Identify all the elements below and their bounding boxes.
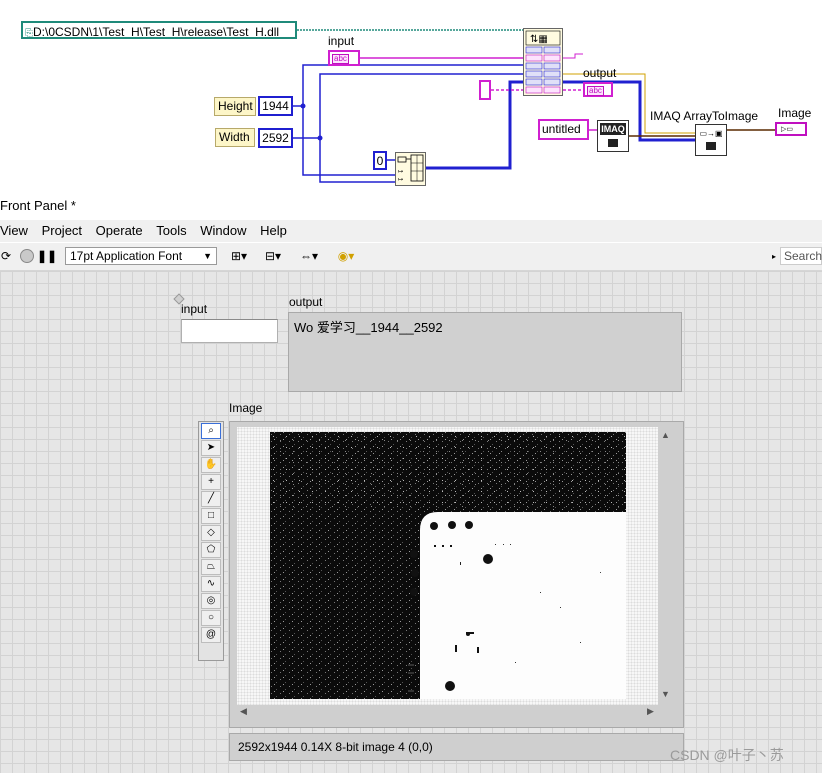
image-info-text: 2592x1944 0.14X 8-bit image 4 (0,0) bbox=[238, 740, 433, 754]
call-library-icon: ⇅▦ bbox=[525, 30, 561, 94]
spiral-icon[interactable]: @ bbox=[201, 627, 221, 643]
image-terminal[interactable]: ▷▭ bbox=[775, 122, 807, 136]
resize-objects-button[interactable]: ⇔▾ bbox=[296, 247, 322, 265]
svg-text:⇅▦: ⇅▦ bbox=[530, 34, 548, 45]
height-constant[interactable]: 1944 bbox=[258, 96, 293, 116]
oval-icon[interactable]: ○ bbox=[201, 610, 221, 626]
font-dropdown-value: 17pt Application Font bbox=[70, 249, 183, 263]
reorder-icon: ◉▾ bbox=[337, 249, 355, 263]
font-dropdown[interactable]: 17pt Application Font ▼ bbox=[65, 247, 217, 265]
input-control-label: input bbox=[181, 302, 208, 316]
rectangle-icon[interactable]: □ bbox=[201, 508, 221, 524]
output-string-indicator: Wo 爱学习__1944__2592 bbox=[288, 312, 682, 392]
stop-icon bbox=[20, 249, 34, 263]
input-terminal[interactable]: abc bbox=[328, 50, 360, 66]
image-tools-palette: ⌕ ➤ ✋ + ╱ □ ◇ ⬠ ⏢ ∿ ◎ ○ @ bbox=[198, 421, 224, 661]
input-label: input bbox=[328, 34, 355, 48]
distribute-icon: ⊟▾ bbox=[264, 249, 282, 263]
output-indicator-label: output bbox=[289, 295, 323, 309]
empty-string-constant[interactable] bbox=[479, 80, 491, 100]
pointer-icon[interactable]: ➤ bbox=[201, 440, 221, 456]
pcb-image bbox=[270, 432, 626, 699]
pause-icon: ❚❚ bbox=[36, 249, 58, 263]
image-status-bar: 2592x1944 0.14X 8-bit image 4 (0,0) bbox=[229, 733, 684, 761]
output-terminal[interactable]: abc bbox=[583, 82, 613, 97]
imaq-block-icon bbox=[706, 142, 716, 150]
freehand-line-icon[interactable]: ∿ bbox=[201, 576, 221, 592]
output-label: output bbox=[583, 66, 617, 80]
svg-text:↦: ↦ bbox=[398, 176, 403, 183]
watermark: CSDN @叶子丶苏 bbox=[670, 747, 784, 763]
window-titlebar: Front Panel * bbox=[0, 192, 822, 220]
input-string-control[interactable] bbox=[181, 319, 278, 343]
untitled-constant[interactable]: untitled bbox=[538, 119, 589, 140]
distribute-objects-button[interactable]: ⊟▾ bbox=[260, 247, 286, 265]
menu-operate[interactable]: Operate bbox=[91, 220, 148, 242]
width-constant[interactable]: 2592 bbox=[258, 128, 293, 148]
annulus-icon[interactable]: ◎ bbox=[201, 593, 221, 609]
image-label: Image bbox=[778, 106, 812, 120]
imaq-array-to-image-node[interactable]: ▭→▣ bbox=[695, 124, 727, 156]
reorder-button[interactable]: ◉▾ bbox=[333, 247, 359, 265]
align-icon: ⊞▾ bbox=[230, 249, 248, 263]
initialize-array-node[interactable]: ↦ ↦ bbox=[395, 152, 426, 186]
collapse-arrow-icon[interactable]: ▸ bbox=[769, 247, 779, 265]
string-icon: abc bbox=[332, 54, 349, 64]
array-to-image-icon: ▭→▣ bbox=[699, 129, 723, 138]
string-icon: abc bbox=[587, 86, 604, 96]
imaq-create-icon bbox=[608, 139, 618, 147]
freehand-icon[interactable]: ⏢ bbox=[201, 559, 221, 575]
menu-help[interactable]: Help bbox=[255, 220, 292, 242]
menu-project[interactable]: Project bbox=[37, 220, 87, 242]
chevron-down-icon: ▼ bbox=[203, 251, 212, 261]
width-label: Width bbox=[215, 128, 255, 147]
image-icon: ▷▭ bbox=[781, 126, 793, 133]
dll-path-constant[interactable]: ⎘D:\0CSDN\1\Test_H\Test_H\release\Test_H… bbox=[21, 21, 297, 39]
scroll-right-icon[interactable]: ▶ bbox=[647, 706, 654, 717]
imaq-create-node[interactable]: IMAQ bbox=[597, 120, 629, 152]
rotated-rect-icon[interactable]: ◇ bbox=[201, 525, 221, 541]
imaq-text: IMAQ bbox=[600, 123, 626, 135]
scroll-down-icon[interactable]: ▼ bbox=[661, 689, 670, 699]
menu-view[interactable]: View bbox=[0, 220, 33, 242]
displayed-image[interactable] bbox=[270, 432, 626, 699]
pan-hand-icon[interactable]: ✋ bbox=[201, 457, 221, 473]
call-library-node[interactable]: ⇅▦ bbox=[523, 28, 563, 96]
svg-text:↦: ↦ bbox=[398, 168, 403, 175]
abort-button[interactable] bbox=[18, 247, 36, 265]
path-icon: ⎘ bbox=[25, 28, 33, 39]
search-placeholder: Search bbox=[784, 249, 822, 263]
menu-bar: View Project Operate Tools Window Help bbox=[0, 220, 822, 242]
polygon-icon[interactable]: ⬠ bbox=[201, 542, 221, 558]
align-objects-button[interactable]: ⊞▾ bbox=[226, 247, 252, 265]
imaq-array-label: IMAQ ArrayToImage bbox=[650, 109, 759, 123]
height-label: Height bbox=[214, 97, 256, 116]
crosshair-icon[interactable]: + bbox=[201, 474, 221, 490]
scroll-up-icon[interactable]: ▲ bbox=[661, 430, 670, 440]
window-title: Front Panel * bbox=[0, 198, 76, 213]
zoom-icon[interactable]: ⌕ bbox=[201, 423, 221, 439]
image-display-label: Image bbox=[229, 401, 263, 415]
line-icon[interactable]: ╱ bbox=[201, 491, 221, 507]
zero-constant[interactable]: 0 bbox=[373, 151, 387, 170]
init-array-icon: ↦ ↦ bbox=[397, 154, 424, 183]
pause-button[interactable]: ❚❚ bbox=[36, 247, 58, 265]
block-diagram: ⎘D:\0CSDN\1\Test_H\Test_H\release\Test_H… bbox=[0, 0, 822, 190]
scroll-left-icon[interactable]: ◀ bbox=[240, 706, 247, 717]
toolbar: ⟳ ❚❚ 17pt Application Font ▼ ⊞▾ ⊟▾ ⇔▾ ◉▾… bbox=[0, 243, 822, 271]
resize-icon: ⇔▾ bbox=[299, 249, 319, 263]
run-continuous-icon[interactable]: ⟳ bbox=[0, 247, 12, 265]
menu-tools[interactable]: Tools bbox=[151, 220, 191, 242]
search-box[interactable]: Search bbox=[780, 247, 822, 265]
menu-window[interactable]: Window bbox=[195, 220, 251, 242]
